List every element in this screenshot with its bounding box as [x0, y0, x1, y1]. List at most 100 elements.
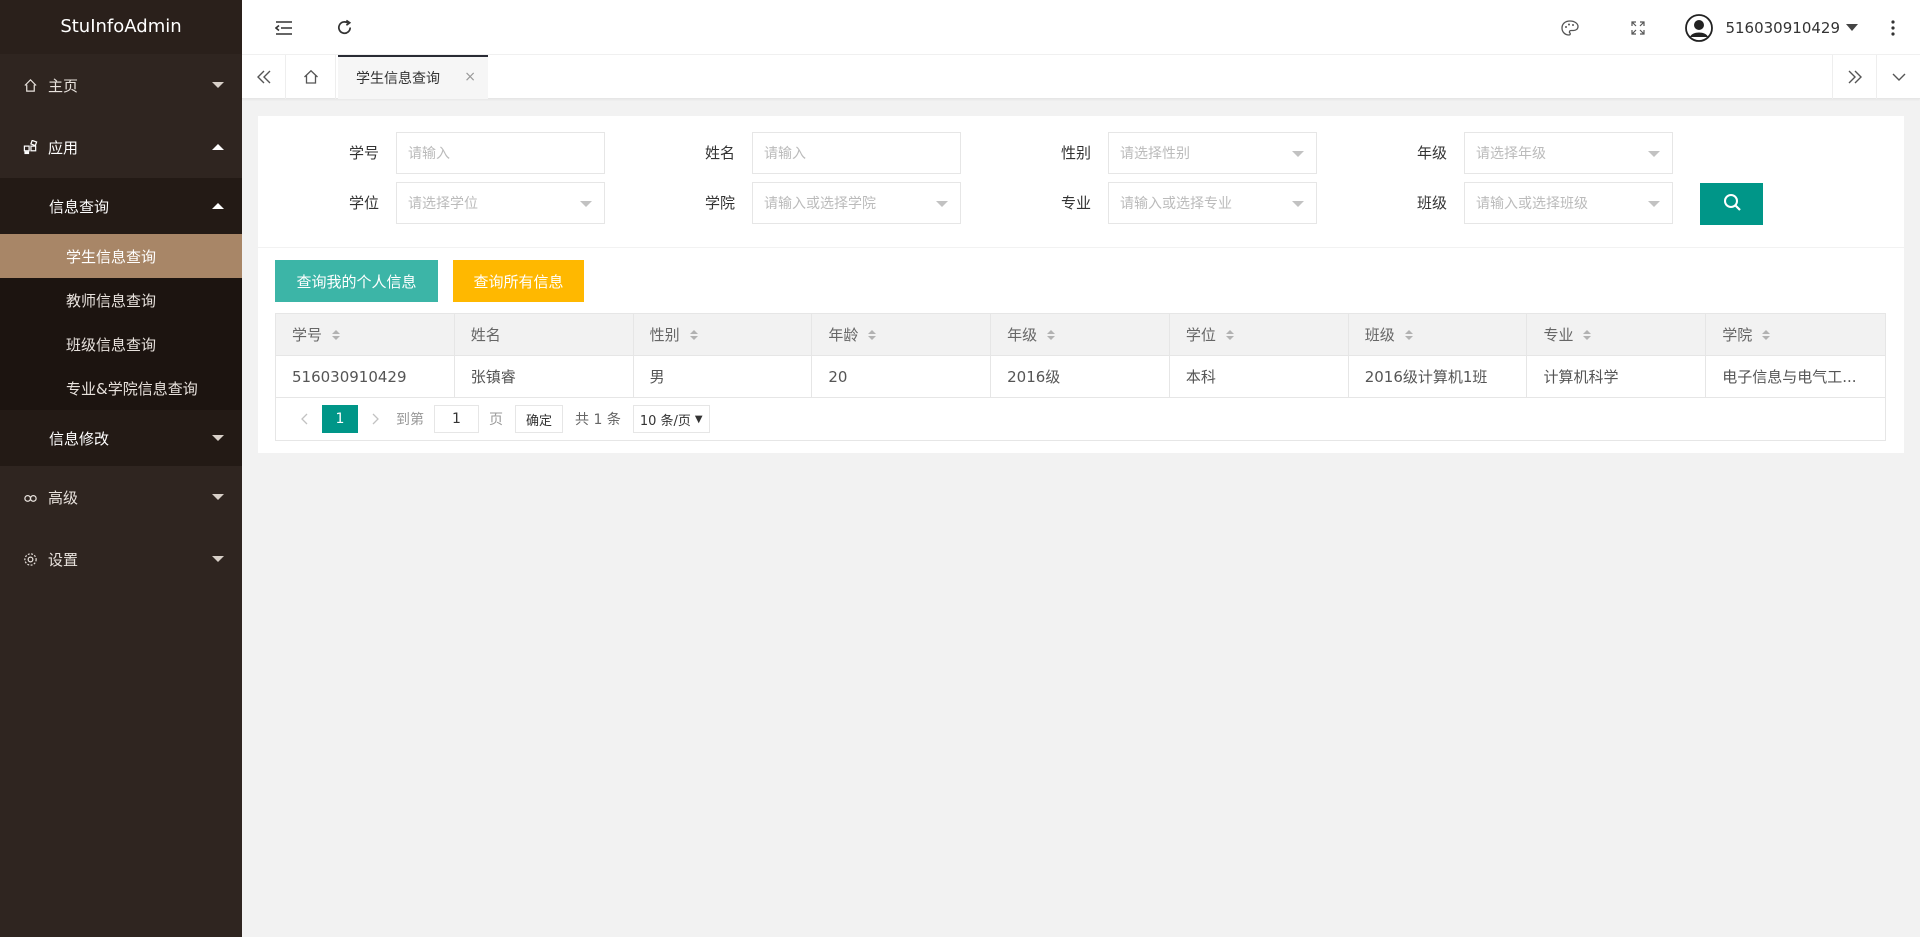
- sidebar-submenu-apps: 信息查询 学生信息查询 教师信息查询 班级信息查询 专业&学院信息查询 信息修改: [0, 178, 242, 466]
- placeholder-text: 请输入: [408, 146, 450, 162]
- column-label: 学位: [1185, 326, 1216, 344]
- sort-icon[interactable]: [332, 329, 341, 340]
- column-label: 学院: [1722, 326, 1753, 344]
- class-select[interactable]: 请输入或选择班级: [1464, 182, 1673, 224]
- column-header[interactable]: 年龄: [812, 314, 992, 355]
- sidebar-item-major-college-query[interactable]: 专业&学院信息查询: [0, 366, 242, 410]
- chevron-down-icon: [212, 435, 224, 441]
- name-input[interactable]: 请输入: [752, 132, 961, 174]
- table-cell: 2016级计算机1班: [1349, 356, 1528, 397]
- table-cell: 电子信息与电气工...: [1722, 368, 1857, 386]
- page-label: 页: [489, 412, 503, 428]
- placeholder-text: 请输入: [764, 146, 806, 162]
- query-all-info-button[interactable]: 查询所有信息: [453, 260, 584, 302]
- prev-page-icon[interactable]: [290, 405, 318, 433]
- sidebar-item-label: 应用: [48, 138, 79, 157]
- search-icon: [1722, 192, 1742, 216]
- sort-icon[interactable]: [689, 329, 698, 340]
- column-label: 班级: [1364, 326, 1395, 344]
- major-select[interactable]: 请输入或选择专业: [1108, 182, 1317, 224]
- fullscreen-icon[interactable]: [1618, 0, 1658, 55]
- goto-confirm-button[interactable]: 确定: [515, 405, 564, 433]
- column-header[interactable]: 专业: [1527, 314, 1707, 355]
- page-size-select[interactable]: 10 条/页 ▼: [632, 405, 710, 433]
- column-header[interactable]: 学院: [1706, 314, 1885, 355]
- next-page-icon[interactable]: [362, 405, 390, 433]
- refresh-icon[interactable]: [324, 0, 364, 55]
- info-query-list: 学生信息查询 教师信息查询 班级信息查询 专业&学院信息查询: [0, 234, 242, 410]
- close-icon[interactable]: ×: [464, 69, 476, 85]
- sidebar-item-student-query[interactable]: 学生信息查询: [0, 234, 242, 278]
- sidebar-item-class-query[interactable]: 班级信息查询: [0, 322, 242, 366]
- sidebar-item-advanced[interactable]: 高级: [0, 466, 242, 528]
- sidebar-item-settings[interactable]: 设置: [0, 528, 242, 590]
- filter-label-degree: 学位: [348, 194, 379, 212]
- tabs-scroll-left-icon[interactable]: [242, 55, 286, 99]
- caret-down-icon: [936, 201, 948, 207]
- college-select[interactable]: 请输入或选择学院: [752, 182, 961, 224]
- page-size-value: 10 条/页: [639, 413, 691, 429]
- user-menu[interactable]: 516030910429: [1685, 0, 1858, 55]
- column-header[interactable]: 姓名: [455, 314, 634, 355]
- sort-icon[interactable]: [1404, 329, 1413, 340]
- sidebar-item-apps[interactable]: 应用: [0, 116, 242, 178]
- page-number-input[interactable]: 1: [434, 405, 479, 433]
- tabs-menu-icon[interactable]: [1876, 55, 1920, 99]
- gender-select[interactable]: 请选择性别: [1108, 132, 1317, 174]
- goto-label: 到第: [396, 412, 424, 428]
- sort-icon[interactable]: [868, 329, 877, 340]
- query-my-info-button[interactable]: 查询我的个人信息: [275, 260, 438, 302]
- filter-label-class: 班级: [1416, 194, 1447, 212]
- sidebar-item-label: 设置: [48, 550, 79, 569]
- more-vertical-icon[interactable]: [1878, 0, 1908, 55]
- column-label: 年龄: [828, 326, 859, 344]
- search-button[interactable]: [1700, 183, 1763, 225]
- filter-label-name: 姓名: [704, 144, 735, 162]
- column-header[interactable]: 学号: [276, 314, 455, 355]
- degree-select[interactable]: 请选择学位: [396, 182, 605, 224]
- student-id-input[interactable]: 请输入: [396, 132, 605, 174]
- grade-select[interactable]: 请选择年级: [1464, 132, 1673, 174]
- filter-label-college: 学院: [704, 194, 735, 212]
- sort-icon[interactable]: [1762, 329, 1771, 340]
- search-filters: 学号 请输入 姓名 请输入 性别 请选择性别 年级 请选择年级 学位 请选择学位…: [258, 116, 1904, 248]
- column-header[interactable]: 年级: [991, 314, 1170, 355]
- tabs-scroll-right-icon[interactable]: [1832, 55, 1876, 99]
- sidebar-item-info-query[interactable]: 信息查询: [0, 178, 242, 234]
- sort-icon[interactable]: [1583, 329, 1592, 340]
- placeholder-text: 请输入或选择专业: [1120, 196, 1232, 212]
- theme-icon[interactable]: [1550, 0, 1590, 55]
- menu-collapse-icon[interactable]: [264, 0, 304, 55]
- page-current[interactable]: 1: [322, 405, 358, 433]
- sidebar-item-info-modify[interactable]: 信息修改: [0, 410, 242, 466]
- table-cell: 20: [812, 356, 992, 397]
- filter-label-student-id: 学号: [348, 144, 379, 162]
- pagination: 1 到第 1 页 确定 共 1 条 10 条/页 ▼: [276, 398, 1885, 440]
- chevron-up-icon: [212, 203, 224, 209]
- student-table: 学号 姓名 性别 年龄 年级 学位 班级 专业 学院 516030910429 …: [275, 313, 1886, 441]
- chevron-down-icon: [212, 82, 224, 88]
- gear-icon: [22, 551, 38, 567]
- sort-icon[interactable]: [1047, 329, 1056, 340]
- column-label: 性别: [649, 326, 680, 344]
- column-header[interactable]: 学位: [1170, 314, 1349, 355]
- sidebar-item-teacher-query[interactable]: 教师信息查询: [0, 278, 242, 322]
- placeholder-text: 请输入或选择学院: [764, 196, 876, 212]
- sidebar-item-label: 信息查询: [49, 197, 110, 216]
- table-row[interactable]: 516030910429 张镇睿 男 20 2016级 本科 2016级计算机1…: [276, 356, 1885, 398]
- table-cell: 本科: [1170, 356, 1349, 397]
- top-header: 516030910429: [242, 0, 1920, 55]
- main-panel: 学号 请输入 姓名 请输入 性别 请选择性别 年级 请选择年级 学位 请选择学位…: [258, 116, 1904, 453]
- table-cell: 516030910429: [276, 356, 455, 397]
- placeholder-text: 请输入或选择班级: [1476, 196, 1588, 212]
- sidebar-item-home[interactable]: 主页: [0, 54, 242, 116]
- filter-label-grade: 年级: [1416, 144, 1447, 162]
- tab-student-query[interactable]: 学生信息查询 ×: [338, 55, 488, 99]
- tab-home-icon[interactable]: [286, 55, 336, 99]
- username: 516030910429: [1725, 18, 1840, 37]
- table-cell: 计算机科学: [1527, 356, 1707, 397]
- column-header[interactable]: 班级: [1349, 314, 1528, 355]
- tabs-bar: 学生信息查询 ×: [242, 55, 1920, 99]
- column-header[interactable]: 性别: [634, 314, 813, 355]
- sort-icon[interactable]: [1225, 329, 1234, 340]
